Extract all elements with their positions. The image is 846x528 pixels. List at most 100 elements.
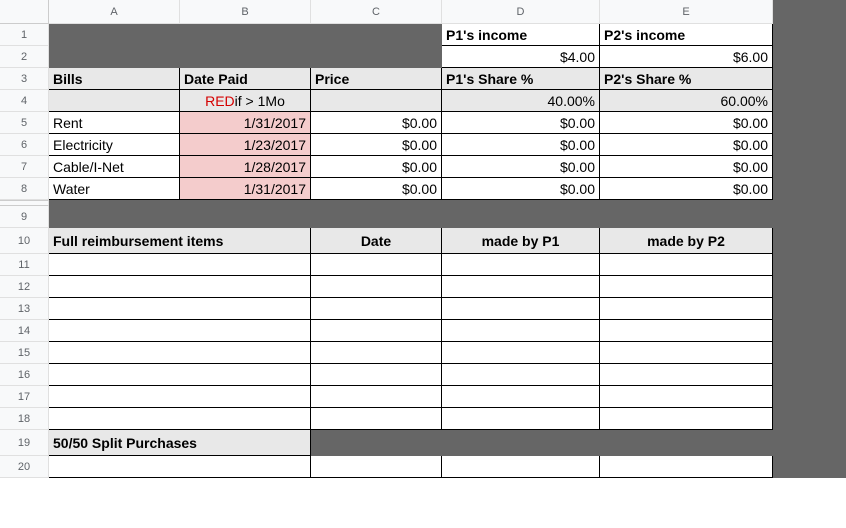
row-header-16[interactable]: 16 bbox=[0, 364, 49, 386]
cell-D8[interactable]: $0.00 bbox=[442, 178, 600, 200]
cell-E18[interactable] bbox=[600, 408, 773, 430]
cell-B3[interactable]: Date Paid bbox=[180, 68, 311, 90]
cell-E9[interactable] bbox=[600, 206, 773, 228]
cell-E3[interactable]: P2's Share % bbox=[600, 68, 773, 90]
cell-D11[interactable] bbox=[442, 254, 600, 276]
cell-D17[interactable] bbox=[442, 386, 600, 408]
cell-E2[interactable]: $6.00 bbox=[600, 46, 773, 68]
cell-E20[interactable] bbox=[600, 456, 773, 478]
cell-D3[interactable]: P1's Share % bbox=[442, 68, 600, 90]
row-header-14[interactable]: 14 bbox=[0, 320, 49, 342]
cell-D5[interactable]: $0.00 bbox=[442, 112, 600, 134]
cell-D16[interactable] bbox=[442, 364, 600, 386]
cell-E16[interactable] bbox=[600, 364, 773, 386]
cell-E6[interactable]: $0.00 bbox=[600, 134, 773, 156]
cell-A19[interactable]: 50/50 Split Purchases bbox=[49, 430, 311, 456]
cell-E4[interactable]: 60.00% bbox=[600, 90, 773, 112]
cell-E5[interactable]: $0.00 bbox=[600, 112, 773, 134]
cell-A5[interactable]: Rent bbox=[49, 112, 180, 134]
cell-A12[interactable] bbox=[49, 276, 311, 298]
cell-B7[interactable]: 1/28/2017 bbox=[180, 156, 311, 178]
cell-C9[interactable] bbox=[311, 206, 442, 228]
cell-A6[interactable]: Electricity bbox=[49, 134, 180, 156]
row-header-20[interactable]: 20 bbox=[0, 456, 49, 478]
cell-C18[interactable] bbox=[311, 408, 442, 430]
cell-E14[interactable] bbox=[600, 320, 773, 342]
cell-A15[interactable] bbox=[49, 342, 311, 364]
row-header-5[interactable]: 5 bbox=[0, 112, 49, 134]
row-header-11[interactable]: 11 bbox=[0, 254, 49, 276]
cell-C2[interactable] bbox=[311, 46, 442, 68]
cell-C19[interactable] bbox=[311, 430, 442, 456]
cell-D20[interactable] bbox=[442, 456, 600, 478]
cell-C13[interactable] bbox=[311, 298, 442, 320]
cell-C3[interactable]: Price bbox=[311, 68, 442, 90]
cell-D15[interactable] bbox=[442, 342, 600, 364]
cell-A3[interactable]: Bills bbox=[49, 68, 180, 90]
col-header-D[interactable]: D bbox=[442, 0, 600, 24]
cell-C4[interactable] bbox=[311, 90, 442, 112]
row-header-6[interactable]: 6 bbox=[0, 134, 49, 156]
cell-C7[interactable]: $0.00 bbox=[311, 156, 442, 178]
cell-C16[interactable] bbox=[311, 364, 442, 386]
cell-C17[interactable] bbox=[311, 386, 442, 408]
cell-A2[interactable] bbox=[49, 46, 180, 68]
cell-A20[interactable] bbox=[49, 456, 311, 478]
cell-E10[interactable]: made by P2 bbox=[600, 228, 773, 254]
cell-E12[interactable] bbox=[600, 276, 773, 298]
row-header-12[interactable]: 12 bbox=[0, 276, 49, 298]
row-header-9[interactable]: 9 bbox=[0, 206, 49, 228]
row-header-4[interactable]: 4 bbox=[0, 90, 49, 112]
cell-C8[interactable]: $0.00 bbox=[311, 178, 442, 200]
cell-A17[interactable] bbox=[49, 386, 311, 408]
cell-D12[interactable] bbox=[442, 276, 600, 298]
row-header-18[interactable]: 18 bbox=[0, 408, 49, 430]
cell-B6[interactable]: 1/23/2017 bbox=[180, 134, 311, 156]
cell-D10[interactable]: made by P1 bbox=[442, 228, 600, 254]
cell-E19[interactable] bbox=[600, 430, 773, 456]
col-header-E[interactable]: E bbox=[600, 0, 773, 24]
cell-C1[interactable] bbox=[311, 24, 442, 46]
cell-C6[interactable]: $0.00 bbox=[311, 134, 442, 156]
cell-D9[interactable] bbox=[442, 206, 600, 228]
cell-A13[interactable] bbox=[49, 298, 311, 320]
cell-B1[interactable] bbox=[180, 24, 311, 46]
cell-B4[interactable]: RED if > 1Mo bbox=[180, 90, 311, 112]
cell-A8[interactable]: Water bbox=[49, 178, 180, 200]
row-header-19[interactable]: 19 bbox=[0, 430, 49, 456]
cell-A16[interactable] bbox=[49, 364, 311, 386]
cell-A4[interactable] bbox=[49, 90, 180, 112]
cell-B5[interactable]: 1/31/2017 bbox=[180, 112, 311, 134]
cell-A14[interactable] bbox=[49, 320, 311, 342]
row-header-13[interactable]: 13 bbox=[0, 298, 49, 320]
cell-B8[interactable]: 1/31/2017 bbox=[180, 178, 311, 200]
cell-A11[interactable] bbox=[49, 254, 311, 276]
cell-C20[interactable] bbox=[311, 456, 442, 478]
cell-A10[interactable]: Full reimbursement items bbox=[49, 228, 311, 254]
cell-C11[interactable] bbox=[311, 254, 442, 276]
col-header-C[interactable]: C bbox=[311, 0, 442, 24]
cell-E15[interactable] bbox=[600, 342, 773, 364]
cell-B9[interactable] bbox=[180, 206, 311, 228]
row-header-3[interactable]: 3 bbox=[0, 68, 49, 90]
row-header-15[interactable]: 15 bbox=[0, 342, 49, 364]
cell-D1[interactable]: P1's income bbox=[442, 24, 600, 46]
cell-D6[interactable]: $0.00 bbox=[442, 134, 600, 156]
row-header-7[interactable]: 7 bbox=[0, 156, 49, 178]
cell-D2[interactable]: $4.00 bbox=[442, 46, 600, 68]
cell-D19[interactable] bbox=[442, 430, 600, 456]
cell-B2[interactable] bbox=[180, 46, 311, 68]
cell-D4[interactable]: 40.00% bbox=[442, 90, 600, 112]
cell-C15[interactable] bbox=[311, 342, 442, 364]
row-header-10[interactable]: 10 bbox=[0, 228, 49, 254]
cell-D18[interactable] bbox=[442, 408, 600, 430]
cell-E11[interactable] bbox=[600, 254, 773, 276]
cell-A18[interactable] bbox=[49, 408, 311, 430]
select-all-corner[interactable] bbox=[0, 0, 49, 24]
row-header-1[interactable]: 1 bbox=[0, 24, 49, 46]
cell-E13[interactable] bbox=[600, 298, 773, 320]
row-header-8[interactable]: 8 bbox=[0, 178, 49, 200]
cell-E8[interactable]: $0.00 bbox=[600, 178, 773, 200]
cell-C5[interactable]: $0.00 bbox=[311, 112, 442, 134]
cell-C12[interactable] bbox=[311, 276, 442, 298]
